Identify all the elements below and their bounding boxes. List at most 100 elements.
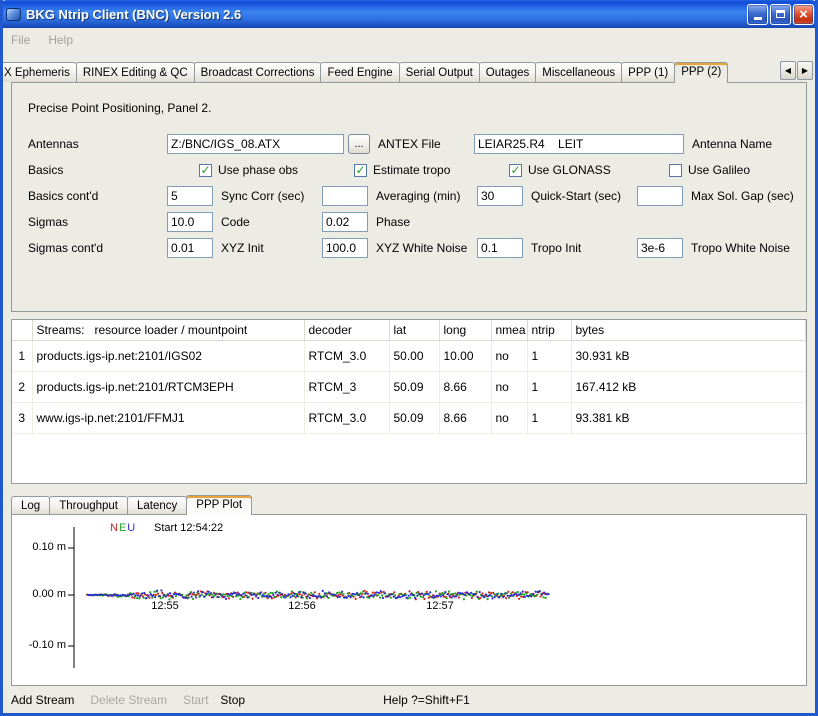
stop-button[interactable]: Stop	[220, 693, 245, 707]
bottom-tab-log[interactable]: Log	[11, 496, 50, 514]
antenna-name-input[interactable]	[474, 134, 684, 154]
row-number: 2	[12, 371, 32, 402]
check-icon: ✓	[200, 165, 210, 175]
cell-mountpoint: products.igs-ip.net:2101/RTCM3EPH	[32, 371, 304, 402]
sigma-code-input[interactable]	[167, 212, 213, 232]
table-row[interactable]: 1 products.igs-ip.net:2101/IGS02 RTCM_3.…	[12, 340, 806, 371]
tab-scroll-left-button[interactable]: ◀	[780, 61, 796, 80]
streams-panel: Streams: resource loader / mountpoint de…	[11, 319, 807, 484]
panel-title: Precise Point Positioning, Panel 2.	[28, 101, 798, 115]
window-controls: ×	[745, 4, 814, 25]
ppp-plot-canvas	[12, 515, 806, 685]
antex-browse-button[interactable]: ...	[348, 134, 370, 154]
sync-corr-input[interactable]	[167, 186, 213, 206]
delete-stream-button[interactable]: Delete Stream	[90, 693, 167, 707]
menu-help[interactable]: Help	[48, 33, 73, 47]
cell-mountpoint: products.igs-ip.net:2101/IGS02	[32, 340, 304, 371]
cell-decoder: RTCM_3	[304, 371, 389, 402]
corner-cell	[12, 320, 32, 340]
checkbox-label: Estimate tropo	[373, 163, 450, 177]
tab-serial-output[interactable]: Serial Output	[399, 62, 480, 82]
xyz-white-noise-input[interactable]	[322, 238, 368, 258]
table-row[interactable]: 3 www.igs-ip.net:2101/FFMJ1 RTCM_3.0 50.…	[12, 402, 806, 433]
header-nmea: nmea	[491, 320, 527, 340]
estimate-tropo-checkbox[interactable]: ✓ Estimate tropo	[354, 163, 450, 177]
basics-row: Basics ✓Use phase obs ✓Estimate tropo ✓U…	[28, 157, 798, 183]
max-sol-gap-input[interactable]	[637, 186, 683, 206]
minimize-button[interactable]	[747, 4, 768, 25]
close-button[interactable]: ×	[793, 4, 814, 25]
table-row[interactable]: 2 products.igs-ip.net:2101/RTCM3EPH RTCM…	[12, 371, 806, 402]
use-glonass-checkbox[interactable]: ✓Use GLONASS	[509, 163, 611, 177]
x-tick-label: 12:56	[282, 600, 322, 612]
bottom-tab-throughput[interactable]: Throughput	[49, 496, 128, 514]
x-tick-label: 12:55	[145, 600, 185, 612]
cell-bytes: 167.412 kB	[571, 371, 806, 402]
sigmas-label: Sigmas	[28, 215, 167, 229]
checkbox-box: ✓	[199, 164, 212, 177]
sigma-code-label: Code	[221, 215, 250, 229]
checkbox-label: Use GLONASS	[528, 163, 611, 177]
title-bar[interactable]: BKG Ntrip Client (BNC) Version 2.6 ×	[0, 0, 818, 28]
quick-start-input[interactable]	[477, 186, 523, 206]
cell-lat: 50.00	[389, 340, 439, 371]
tropo-white-noise-input[interactable]	[637, 238, 683, 258]
xyz-init-input[interactable]	[167, 238, 213, 258]
cell-decoder: RTCM_3.0	[304, 340, 389, 371]
sigma-phase-input[interactable]	[322, 212, 368, 232]
maximize-button[interactable]	[770, 4, 791, 25]
tab-feed-engine[interactable]: Feed Engine	[320, 62, 399, 82]
xyz-init-label: XYZ Init	[221, 241, 264, 255]
tab-miscellaneous[interactable]: Miscellaneous	[535, 62, 622, 82]
help-shortcut-label: Help ?=Shift+F1	[383, 693, 470, 707]
cell-nmea: no	[491, 340, 527, 371]
sigmas-contd-row: Sigmas cont'd XYZ Init XYZ White Noise T…	[28, 235, 798, 261]
basics-contd-label: Basics cont'd	[28, 189, 167, 203]
cell-nmea: no	[491, 402, 527, 433]
sync-corr-label: Sync Corr (sec)	[221, 189, 304, 203]
start-button[interactable]: Start	[183, 693, 208, 707]
cell-long: 8.66	[439, 402, 491, 433]
bnc-window: BKG Ntrip Client (BNC) Version 2.6 × Fil…	[0, 0, 818, 716]
quick-start-label: Quick-Start (sec)	[531, 189, 621, 203]
antex-path-input[interactable]	[167, 134, 344, 154]
bottom-tab-latency[interactable]: Latency	[127, 496, 187, 514]
tropo-init-input[interactable]	[477, 238, 523, 258]
tropo-init-label: Tropo Init	[531, 241, 581, 255]
cell-decoder: RTCM_3.0	[304, 402, 389, 433]
legend-n: N	[110, 522, 118, 534]
tab-rinex-editing-qc[interactable]: RINEX Editing & QC	[76, 62, 195, 82]
averaging-input[interactable]	[322, 186, 368, 206]
use-galileo-checkbox[interactable]: Use Galileo	[669, 163, 750, 177]
x-tick-label: 12:57	[420, 600, 460, 612]
checkbox-box	[669, 164, 682, 177]
cell-mountpoint: www.igs-ip.net:2101/FFMJ1	[32, 402, 304, 433]
ppp-plot-panel: NEU Start 12:54:22 0.10 m0.00 m-0.10 m12…	[11, 514, 807, 686]
use-phase-obs-checkbox[interactable]: ✓Use phase obs	[199, 163, 298, 177]
checkbox-box: ✓	[354, 164, 367, 177]
antennas-row: Antennas ... ANTEX File Antenna Name	[28, 131, 798, 157]
header-decoder: decoder	[304, 320, 389, 340]
cell-bytes: 30.931 kB	[571, 340, 806, 371]
left-arrow-icon: ◀	[785, 66, 791, 75]
tab-ppp-2[interactable]: PPP (2)	[674, 62, 728, 83]
add-stream-button[interactable]: Add Stream	[11, 693, 74, 707]
menu-file[interactable]: File	[11, 33, 30, 47]
y-tick-label: 0.10 m	[14, 541, 66, 553]
tropo-white-noise-label: Tropo White Noise	[691, 241, 790, 255]
plot-start-label: Start 12:54:22	[154, 522, 223, 534]
bottom-tab-bar: LogThroughputLatencyPPP Plot	[11, 493, 807, 514]
cell-long: 8.66	[439, 371, 491, 402]
maximize-icon	[776, 10, 785, 18]
antennas-label: Antennas	[28, 137, 167, 151]
bottom-tab-ppp-plot[interactable]: PPP Plot	[186, 495, 252, 515]
tab-outages[interactable]: Outages	[479, 62, 536, 82]
max-sol-gap-label: Max Sol. Gap (sec)	[691, 189, 794, 203]
tab-x-ephemeris[interactable]: X Ephemeris	[0, 62, 77, 82]
minimize-icon	[754, 17, 762, 20]
header-ntrip: ntrip	[527, 320, 571, 340]
tab-scroll-right-button[interactable]: ▶	[797, 61, 813, 80]
header-bytes: bytes	[571, 320, 806, 340]
tab-ppp-1[interactable]: PPP (1)	[621, 62, 675, 82]
tab-broadcast-corrections[interactable]: Broadcast Corrections	[194, 62, 322, 82]
